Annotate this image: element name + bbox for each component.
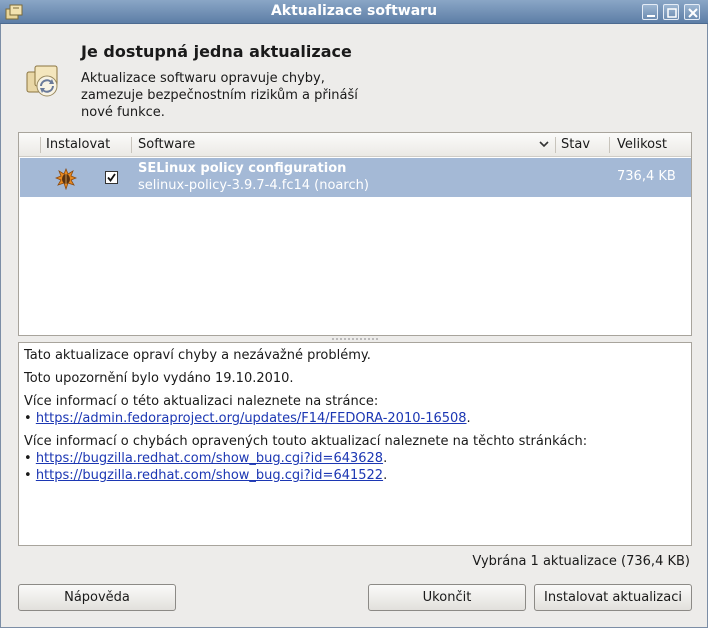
quit-button[interactable]: Ukončit [368,584,526,611]
chevron-down-icon[interactable] [538,138,550,150]
maximize-icon [667,8,677,18]
close-button[interactable] [684,4,700,20]
header-description-line: zamezuje bezpečnostním rizikům a přináší [81,88,358,103]
checkmark-icon [107,173,116,182]
column-separator [40,137,41,153]
package-size: 736,4 KB [617,169,676,184]
minimize-icon [647,15,655,17]
package-bug-icon [55,168,77,190]
header-description-line: nové funkce. [81,105,165,120]
period: . [466,411,471,426]
update-link[interactable]: https://admin.fedoraproject.org/updates/… [36,411,467,426]
list-item[interactable]: SELinux policy configuration selinux-pol… [20,158,691,197]
package-version: selinux-policy-3.9.7-4.fc14 (noarch) [138,178,369,193]
column-header-status[interactable]: Stav [561,137,590,152]
update-details: Tato aktualizace opraví chyby a nezávažn… [18,342,692,546]
bug-link[interactable]: https://bugzilla.redhat.com/show_bug.cgi… [36,451,383,466]
bullet: • [24,451,32,466]
update-list[interactable]: Instalovat Software Stav Velikost SELinu… [18,132,692,336]
help-button[interactable]: Nápověda [18,584,176,611]
selection-status: Vybrána 1 aktualizace (736,4 KB) [472,554,690,569]
maximize-button[interactable] [663,4,679,20]
package-name: SELinux policy configuration [138,161,347,176]
column-separator [131,137,132,153]
header-description: Aktualizace softwaru opravuje chyby, zam… [81,70,381,121]
column-header-software[interactable]: Software [138,137,195,152]
install-update-button[interactable]: Instalovat aktualizaci [534,584,692,611]
details-text: Toto upozornění bylo vydáno 19.10.2010. [24,371,294,386]
list-header: Instalovat Software Stav Velikost [19,133,691,157]
details-text: Více informací o chybách opravených tout… [24,434,588,449]
minimize-button[interactable] [642,4,658,20]
period: . [383,451,388,466]
details-text: Více informací o této aktualizaci nalezn… [24,394,379,409]
dialog-body: Je dostupná jedna aktualizace Aktualizac… [0,24,708,628]
column-header-install[interactable]: Instalovat [46,137,110,152]
column-separator [555,137,556,153]
period: . [383,468,388,483]
column-separator [609,137,610,153]
close-icon [688,8,698,18]
bullet: • [24,468,32,483]
header-title: Je dostupná jedna aktualizace [81,42,352,61]
window-titlebar[interactable]: Aktualizace softwaru [0,0,708,24]
details-text: Tato aktualizace opraví chyby a nezávažn… [24,348,371,363]
install-checkbox[interactable] [105,171,118,184]
bug-link[interactable]: https://bugzilla.redhat.com/show_bug.cgi… [36,468,383,483]
header-description-line: Aktualizace softwaru opravuje chyby, [81,71,325,86]
software-update-icon [26,65,58,97]
pane-resize-handle[interactable] [331,337,379,341]
bullet: • [24,411,32,426]
window-title: Aktualizace softwaru [270,3,438,19]
column-header-size[interactable]: Velikost [617,137,667,152]
